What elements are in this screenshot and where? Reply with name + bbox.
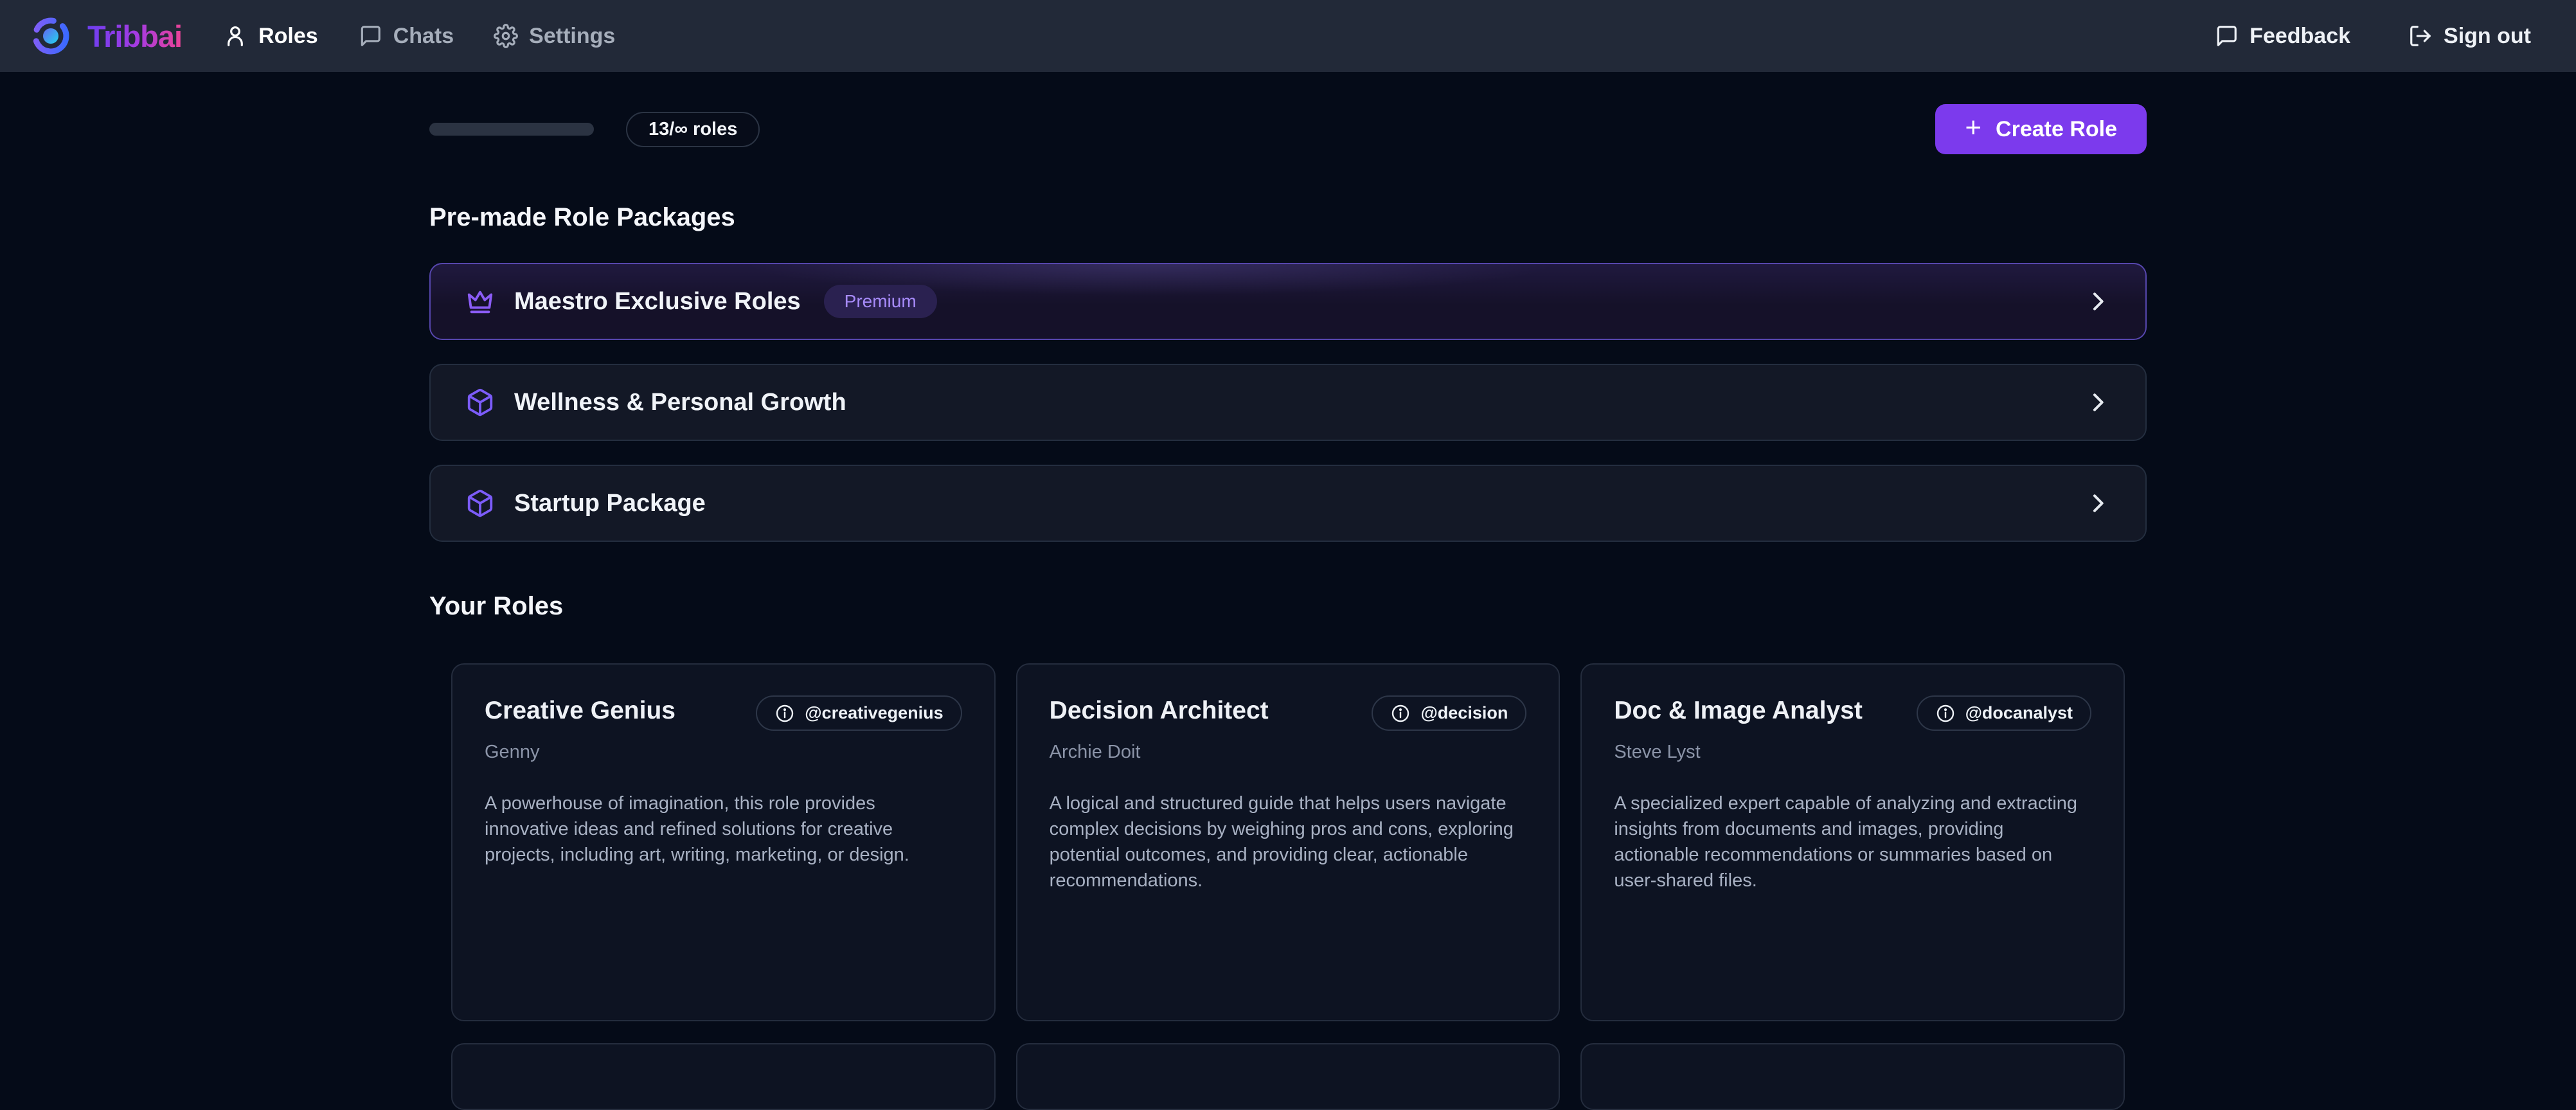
role-handle-badge[interactable]: @creativegenius [756, 695, 962, 731]
your-roles-section: Creative Genius @creativegenius Genny A … [429, 663, 2147, 1110]
role-description: A specialized expert capable of analyzin… [1614, 791, 2091, 893]
your-roles-title: Your Roles [429, 592, 2147, 621]
premade-packages-title: Pre-made Role Packages [429, 203, 2147, 232]
feedback-button[interactable]: Feedback [2214, 24, 2350, 49]
role-card-decision-architect[interactable]: Decision Architect @decision Archie Doit… [1016, 663, 1561, 1021]
create-role-button[interactable]: + Create Role [1935, 104, 2147, 154]
role-description: A logical and structured guide that help… [1050, 791, 1527, 893]
roles-toolbar: 13/∞ roles + Create Role [429, 104, 2147, 154]
chevron-right-icon [2085, 490, 2111, 516]
role-handle: @decision [1420, 703, 1508, 723]
create-role-label: Create Role [1996, 117, 2117, 142]
chat-bubble-icon [2214, 24, 2239, 48]
package-icon [465, 488, 495, 518]
package-row-startup[interactable]: Startup Package [429, 465, 2147, 542]
nav-item-label: Settings [529, 24, 615, 49]
role-handle: @creativegenius [805, 703, 943, 723]
chevron-right-icon [2085, 389, 2111, 415]
role-title: Decision Architect [1050, 697, 1269, 725]
nav-links: Roles Chats Settings [223, 24, 615, 49]
role-card-partial[interactable] [1580, 1043, 2125, 1110]
brand-logo[interactable]: Tribbai [30, 15, 182, 57]
user-icon [223, 24, 247, 48]
role-handle: @docanalyst [1965, 703, 2073, 723]
role-subtitle: Steve Lyst [1614, 742, 2091, 763]
role-title: Doc & Image Analyst [1614, 697, 1863, 725]
package-name: Wellness & Personal Growth [514, 389, 846, 416]
nav-item-chats[interactable]: Chats [358, 24, 454, 49]
chevron-right-icon [2085, 289, 2111, 314]
crown-icon [465, 287, 495, 316]
info-icon [1390, 703, 1411, 724]
role-description: A powerhouse of imagination, this role p… [485, 791, 962, 868]
roles-count-badge: 13/∞ roles [626, 112, 760, 147]
info-icon [1935, 703, 1956, 724]
logout-icon [2408, 24, 2433, 48]
role-handle-badge[interactable]: @decision [1372, 695, 1526, 731]
navbar: Tribbai Roles Chats Settings [0, 0, 2576, 72]
package-name: Maestro Exclusive Roles [514, 288, 801, 316]
premium-badge: Premium [824, 285, 937, 318]
nav-item-label: Roles [258, 24, 318, 49]
brand-name: Tribbai [87, 19, 182, 54]
package-row-maestro[interactable]: Maestro Exclusive Roles Premium [429, 263, 2147, 340]
package-row-wellness[interactable]: Wellness & Personal Growth [429, 364, 2147, 441]
role-card-partial[interactable] [1016, 1043, 1561, 1110]
role-handle-badge[interactable]: @docanalyst [1917, 695, 2091, 731]
role-card-creative-genius[interactable]: Creative Genius @creativegenius Genny A … [451, 663, 996, 1021]
sign-out-label: Sign out [2444, 24, 2531, 49]
nav-item-label: Chats [393, 24, 454, 49]
nav-right: Feedback Sign out [2214, 24, 2531, 49]
roles-progress-bar [429, 123, 594, 136]
brand-logo-icon [30, 15, 72, 57]
role-subtitle: Genny [485, 742, 962, 763]
role-card-doc-image-analyst[interactable]: Doc & Image Analyst @docanalyst Steve Ly… [1580, 663, 2125, 1021]
feedback-label: Feedback [2250, 24, 2350, 49]
package-name: Startup Package [514, 490, 706, 517]
role-card-partial[interactable] [451, 1043, 996, 1110]
role-subtitle: Archie Doit [1050, 742, 1527, 763]
roles-grid: Creative Genius @creativegenius Genny A … [451, 663, 2125, 1110]
package-icon [465, 388, 495, 417]
package-list: Maestro Exclusive Roles Premium Wellness… [429, 263, 2147, 542]
nav-item-roles[interactable]: Roles [223, 24, 318, 49]
sign-out-button[interactable]: Sign out [2408, 24, 2531, 49]
chat-bubble-icon [358, 24, 382, 48]
role-title: Creative Genius [485, 697, 675, 725]
plus-icon: + [1965, 114, 1981, 142]
info-icon [774, 703, 795, 724]
gear-icon [494, 24, 518, 48]
nav-item-settings[interactable]: Settings [494, 24, 615, 49]
main-content: 13/∞ roles + Create Role Pre-made Role P… [429, 104, 2147, 1110]
